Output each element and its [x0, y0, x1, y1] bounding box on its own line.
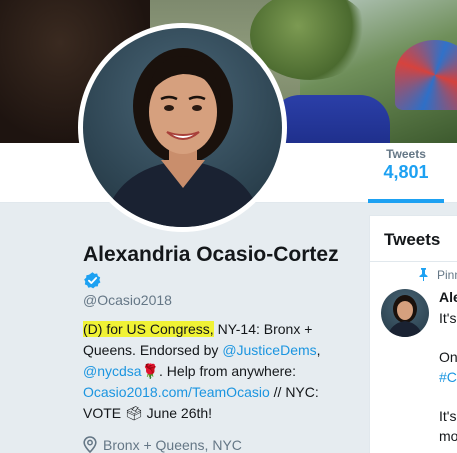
pinned-label: Pinn	[437, 268, 457, 282]
avatar-photo	[83, 28, 282, 227]
rose-emoji-icon: 🌹	[141, 363, 160, 379]
active-tab-indicator	[368, 199, 444, 203]
tweet-avatar-image	[387, 295, 423, 337]
ballot-box-emoji-icon: 🗳	[125, 405, 143, 421]
tweets-stat-label: Tweets	[386, 147, 426, 161]
bio-text: . Help from anywhere:	[159, 363, 296, 379]
tweet-author-name[interactable]: Ale	[439, 289, 457, 305]
pinned-tweet-label: Pinn	[418, 268, 457, 282]
verified-badge-icon	[84, 272, 101, 289]
location-text: Bronx + Queens, NYC	[103, 437, 242, 453]
bio-link-teamocasio[interactable]: Ocasio2018.com/TeamOcasio	[83, 384, 270, 400]
pin-icon	[419, 268, 428, 281]
bio-link-justicedems[interactable]: @JusticeDems	[222, 342, 316, 358]
profile-location: Bronx + Queens, NYC	[83, 436, 242, 453]
avatar-portrait-image	[103, 48, 263, 227]
profile-avatar[interactable]	[78, 23, 287, 232]
tweet-text-line: It's	[439, 408, 457, 424]
map-pin-icon	[83, 436, 97, 453]
tweets-stat[interactable]: Tweets 4,801	[368, 147, 444, 183]
tweet-hashtag[interactable]: #Co	[439, 369, 457, 385]
banner-figure	[270, 95, 390, 143]
profile-handle[interactable]: @Ocasio2018	[83, 292, 172, 308]
tweets-stat-value: 4,801	[383, 162, 429, 182]
profile-name[interactable]: Alexandria Ocasio-Cortez	[83, 243, 339, 267]
tweet-author-avatar[interactable]	[381, 289, 429, 337]
tweet-text-line: On	[439, 349, 457, 365]
tweets-heading: Tweets	[384, 230, 441, 249]
profile-bio: (D) for US Congress, NY-14: Bronx + Quee…	[83, 319, 333, 424]
bio-text: ,	[316, 342, 321, 358]
bio-link-nycdsa[interactable]: @nycdsa	[83, 363, 142, 379]
bio-highlighted-text: (D) for US Congress,	[83, 321, 214, 337]
bio-text: June 26th!	[142, 405, 213, 421]
tweet-text-line: It's	[439, 310, 457, 326]
tweet-text-line: mo	[439, 428, 457, 444]
divider	[370, 261, 457, 262]
tweets-timeline: Tweets Pinn Ale It's On #Co It's mo	[369, 215, 457, 453]
